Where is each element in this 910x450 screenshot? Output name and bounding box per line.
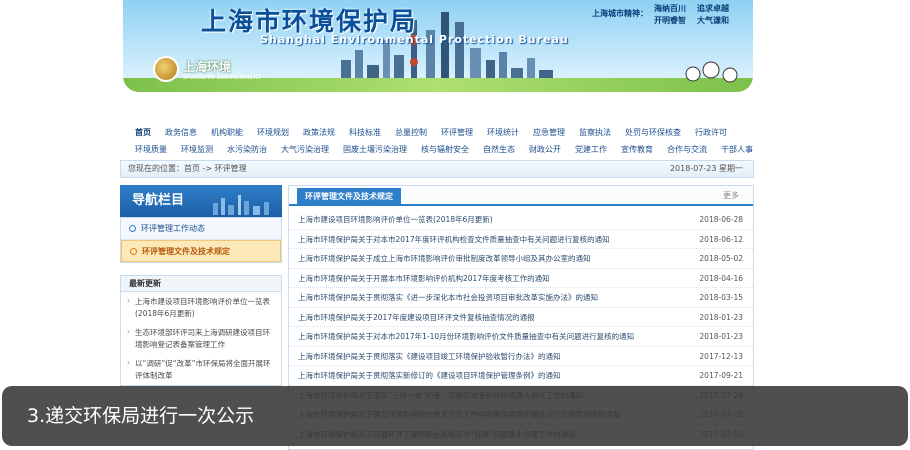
list-item[interactable]: 上海市环境保护局关于对本市2017年度环评机构检查文件质量抽查中有关问题进行复核… [289, 230, 753, 249]
sidebar-title: 导航栏目 [132, 193, 185, 208]
city-spirit-item: 开明睿智 [654, 16, 686, 25]
list-item[interactable]: 上海市建设项目环境影响评价单位一览表(2018年6月更新) 2018-06-28 [289, 210, 753, 230]
nav-item[interactable]: 环境监测 [181, 145, 213, 154]
document-title-link[interactable]: 上海市环境保护局关于成立上海市环境影响评价审批制度改革领导小组及其办公室的通知 [298, 249, 591, 268]
document-date: 2018-05-02 [699, 254, 743, 263]
document-date: 2017-12-13 [699, 351, 743, 361]
nav-item[interactable]: 合作与交流 [667, 145, 707, 154]
nav-item[interactable]: 环境统计 [487, 128, 519, 137]
sidebar-item-label: 环评管理工作动态 [141, 224, 205, 233]
nav-item[interactable]: 监察执法 [579, 128, 611, 137]
city-spirit-item: 海纳百川 [654, 4, 686, 13]
document-title-link[interactable]: 上海市环境保护局关于2017年度建设项目环评文件复核抽查情况的通报 [298, 308, 535, 327]
latest-updates: 最新更新 上海市建设项目环境影响评价单位一览表(2018年6月更新) 生态环境部… [120, 275, 282, 386]
sidebar-item-regulations[interactable]: 环评管理文件及技术规定 [121, 240, 281, 262]
logo-icon [153, 56, 179, 82]
document-title-link[interactable]: 上海市环境保护局关于对本市2017年1-10月份环境影响评价文件质量抽查中有关问… [298, 327, 634, 346]
sidebar-item-label: 环评管理文件及技术规定 [142, 247, 230, 256]
nav-item[interactable]: 环境质量 [135, 145, 167, 154]
breadcrumb: 您现在的位置：首页 -> 环评管理 2018-07-23 星期一 [120, 160, 754, 178]
nav-item[interactable]: 首页 [135, 128, 151, 137]
nav-item[interactable]: 科技标准 [349, 128, 381, 137]
nav-item[interactable]: 政务信息 [165, 128, 197, 137]
nav-item[interactable]: 水污染防治 [227, 145, 267, 154]
sidebar-header: 导航栏目 [120, 185, 282, 217]
nav-item[interactable]: 宣传教育 [621, 145, 653, 154]
tab-regulations[interactable]: 环评管理文件及技术规定 [297, 188, 401, 206]
document-date: 2018-01-23 [699, 312, 743, 322]
panel-header: 环评管理文件及技术规定 更多 [289, 186, 753, 206]
nav-item[interactable]: 行政许可 [695, 128, 727, 137]
document-title-link[interactable]: 上海市环境保护局关于贯彻落实《建设项目竣工环境保护验收暂行办法》的通知 [298, 347, 561, 366]
city-spirit-item: 大气谦和 [697, 16, 729, 25]
circle-bullet-icon [129, 225, 136, 232]
nav-item[interactable]: 政策法规 [303, 128, 335, 137]
caption-overlay: 3.递交环保局进行一次公示 [2, 386, 908, 446]
current-date: 2018-07-23 星期一 [669, 164, 743, 173]
nav-item[interactable]: 总量控制 [395, 128, 427, 137]
nav-item[interactable]: 核与辐射安全 [421, 145, 469, 154]
latest-update-link[interactable]: 生态环境部环评司来上海调研建设项目环境影响登记表备案管理工作 [121, 323, 281, 354]
main-nav: 首页 政务信息 机构职能 环境规划 政策法规 科技标准 总量控制 环评管理 环境统计 应急管理 监察… [123, 120, 753, 156]
document-date: 2018-04-16 [699, 273, 743, 283]
nav-row: 环境质量 环境监测 水污染防治 大气污染治理 固废土壤污染治理 核与辐射安全 自然生态 财政公… [123, 137, 753, 154]
nav-item[interactable]: 党建工作 [575, 145, 607, 154]
nav-row: 首页 政务信息 机构职能 环境规划 政策法规 科技标准 总量控制 环评管理 环境统计 应急管理 监察… [123, 120, 753, 137]
latest-updates-title: 最新更新 [121, 276, 281, 292]
nav-item[interactable]: 大气污染治理 [281, 145, 329, 154]
document-date: 2018-06-12 [699, 234, 743, 244]
list-item[interactable]: 上海市环境保护局关于贯彻落实《建设项目竣工环境保护验收暂行办法》的通知 2017-… [289, 347, 753, 366]
nav-item[interactable]: 自然生态 [483, 145, 515, 154]
list-item[interactable]: 上海市环境保护局关于开展本市环境影响评价机构2017年度考核工作的通知 2018-… [289, 269, 753, 288]
latest-update-link[interactable]: 上海市建设项目环境影响评价单位一览表(2018年6月更新) [121, 292, 281, 323]
site-title-en: Shanghai Environmental Protection Bureau [260, 33, 569, 46]
document-date: 2018-03-15 [699, 293, 743, 302]
list-item[interactable]: 上海市环境保护局关于对本市2017年1-10月份环境影响评价文件质量抽查中有关问… [289, 327, 753, 347]
logo-text: 上海环境 [183, 60, 232, 74]
sidebar-item-workflow-news[interactable]: 环评管理工作动态 [121, 218, 281, 240]
document-title-link[interactable]: 上海市建设项目环境影响评价单位一览表(2018年6月更新) [298, 210, 493, 229]
document-date: 2018-01-23 [699, 332, 743, 341]
list-item[interactable]: 上海市环境保护局关于2017年度建设项目环评文件复核抽查情况的通报 2018-01… [289, 308, 753, 327]
nav-item[interactable]: 固废土壤污染治理 [343, 145, 407, 154]
nav-item[interactable]: 处罚与环保核查 [625, 128, 681, 137]
circle-bullet-icon [130, 248, 137, 255]
document-title-link[interactable]: 上海市环境保护局关于贯彻落实新修订的《建设项目环境保护管理条例》的通知 [298, 366, 561, 385]
nav-item[interactable]: 环境规划 [257, 128, 289, 137]
document-title-link[interactable]: 上海市环境保护局关于贯彻落实《进一步深化本市社会投资项目审批改革实施办法》的通知 [298, 288, 598, 307]
breadcrumb-text[interactable]: 您现在的位置：首页 -> 环评管理 [128, 164, 247, 173]
decorative-balls [685, 61, 738, 83]
document-date: 2018-06-28 [699, 215, 743, 224]
nav-item[interactable]: 应急管理 [533, 128, 565, 137]
list-item[interactable]: 上海市环境保护局关于成立上海市环境影响评价审批制度改革领导小组及其办公室的通知 2… [289, 249, 753, 269]
list-item[interactable]: 上海市环境保护局关于贯彻落实新修订的《建设项目环境保护管理条例》的通知 2017-… [289, 366, 753, 386]
page: 上海市环境保护局 Shanghai Environmental Protecti… [0, 0, 910, 450]
skyline-mini-icon [213, 195, 269, 215]
document-date: 2017-09-21 [699, 371, 743, 380]
sidebar-menu: 环评管理工作动态 环评管理文件及技术规定 [120, 217, 282, 263]
city-spirit-label: 上海城市精神： [592, 9, 648, 18]
nav-item[interactable]: 财政公开 [529, 145, 561, 154]
site-banner: 上海市环境保护局 Shanghai Environmental Protecti… [123, 0, 753, 92]
nav-item[interactable]: 机构职能 [211, 128, 243, 137]
city-spirit-item: 追求卓越 [697, 4, 729, 13]
nav-item[interactable]: 干部人事 [721, 145, 753, 154]
document-title-link[interactable]: 上海市环境保护局关于对本市2017年度环评机构检查文件质量抽查中有关问题进行复核… [298, 230, 610, 249]
latest-update-link[interactable]: 以“调研”促“改革”市环保局将全面开展环评体制改革 [121, 354, 281, 385]
more-link[interactable]: 更多 [723, 190, 739, 201]
list-item[interactable]: 上海市环境保护局关于贯彻落实《进一步深化本市社会投资项目审批改革实施办法》的通知… [289, 288, 753, 308]
nav-item[interactable]: 环评管理 [441, 128, 473, 137]
logo-text-en: SHANGHAI ENVIRONMENT [183, 74, 262, 81]
document-title-link[interactable]: 上海市环境保护局关于开展本市环境影响评价机构2017年度考核工作的通知 [298, 269, 550, 288]
